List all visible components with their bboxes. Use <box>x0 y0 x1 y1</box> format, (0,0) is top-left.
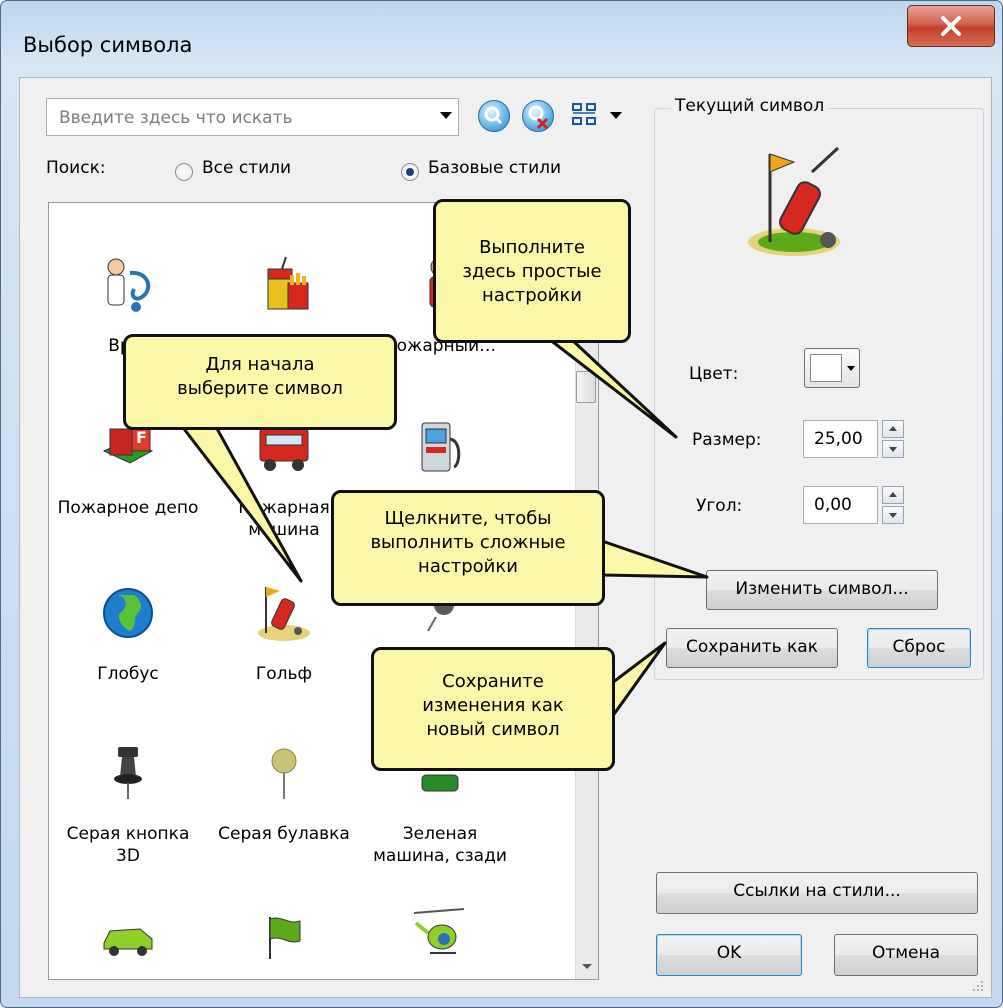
callout-line: Выполните <box>479 237 585 258</box>
angle-spinner[interactable] <box>882 486 904 524</box>
search-combobox[interactable] <box>46 98 459 137</box>
view-options-button[interactable] <box>572 100 630 130</box>
callout-line: новый символ <box>426 719 560 740</box>
golf-icon <box>258 587 310 641</box>
callout-save-as-new: Сохраните изменения как новый символ <box>371 647 615 771</box>
dialog-title: Выбор символа <box>23 33 193 57</box>
globe-icon <box>103 588 153 638</box>
base-styles-radio[interactable] <box>401 163 419 181</box>
angle-label: Угол: <box>696 496 743 516</box>
magnifier-icon <box>484 106 503 125</box>
symbol-item-label: Серая кнопка 3D <box>66 824 190 866</box>
doctor-icon <box>107 258 151 312</box>
color-swatch <box>810 354 842 382</box>
close-button[interactable] <box>907 5 995 47</box>
size-label: Размер: <box>692 430 762 450</box>
close-icon <box>941 16 961 36</box>
callout-advanced-settings: Щелкните, чтобы выполнить сложные настро… <box>331 490 605 606</box>
callout-line: Сохраните <box>442 671 544 692</box>
size-spinner[interactable] <box>882 420 904 458</box>
callout-line: изменения как <box>422 695 564 716</box>
callout-simple-settings: Выполните здесь простые настройки <box>433 199 631 343</box>
callout-select-symbol: Для начала выберите символ <box>123 334 397 430</box>
svg-text:F: F <box>136 428 147 447</box>
gray-pin-icon <box>271 748 297 799</box>
symbol-item-label: Глобус <box>97 664 159 684</box>
green-flag-icon <box>269 917 301 959</box>
grid-view-icon <box>572 103 622 125</box>
clear-search-icon <box>528 105 549 130</box>
scrollbar-thumb[interactable] <box>576 371 596 403</box>
dialog-window: Выбор символа Введите здесь что искать П… <box>0 0 1003 1008</box>
green-car-icon <box>103 928 153 956</box>
callout-line: Для начала <box>205 354 315 375</box>
fast-food-icon <box>267 256 309 310</box>
symbol-item-label: Серая булавка <box>218 824 350 844</box>
resize-grip-icon[interactable] <box>971 979 985 993</box>
callout-line: настройки <box>482 285 582 306</box>
color-dropdown-arrow-icon[interactable] <box>847 366 855 371</box>
color-label: Цвет: <box>689 364 739 384</box>
all-styles-label[interactable]: Все стили <box>202 158 291 178</box>
save-as-button[interactable]: Сохранить как <box>666 628 838 668</box>
edit-symbol-button[interactable]: Изменить символ... <box>706 570 938 610</box>
size-increment-icon[interactable] <box>882 420 904 438</box>
symbol-item-label: Гольф <box>255 664 313 684</box>
search-input[interactable] <box>47 99 431 137</box>
ok-button[interactable]: OK <box>656 934 802 976</box>
search-scope-label: Поиск: <box>46 158 106 178</box>
helicopter-icon <box>413 908 465 954</box>
gray-push-button-3d-icon <box>114 747 142 799</box>
callout-line: выполнить сложные <box>370 532 566 553</box>
base-styles-label[interactable]: Базовые стили <box>428 158 561 178</box>
search-dropdown-arrow-icon[interactable] <box>440 112 452 119</box>
find-button[interactable] <box>478 100 510 132</box>
cancel-button[interactable]: Отмена <box>834 934 978 976</box>
style-references-button[interactable]: Ссылки на стили... <box>656 872 978 914</box>
callout-line: Щелкните, чтобы <box>384 508 552 529</box>
current-symbol-title: Текущий символ <box>671 96 829 116</box>
angle-decrement-icon[interactable] <box>882 506 904 524</box>
callout-line: выберите символ <box>177 378 343 399</box>
angle-increment-icon[interactable] <box>882 486 904 504</box>
symbol-item-label: Зеленая машина, сзади <box>373 824 507 866</box>
angle-input[interactable]: 0,00 <box>803 486 878 524</box>
gas-station-icon <box>421 422 461 472</box>
callout-line: настройки <box>418 556 518 577</box>
scroll-down-arrow-icon[interactable] <box>582 964 592 969</box>
all-styles-radio[interactable] <box>175 163 193 181</box>
symbol-item-label: Пожарное депо <box>57 498 199 518</box>
reset-button[interactable]: Сброс <box>867 628 971 668</box>
clear-search-button[interactable] <box>522 100 554 132</box>
current-symbol-preview <box>742 142 852 262</box>
size-input[interactable]: 25,00 <box>803 420 878 458</box>
color-picker[interactable] <box>804 348 860 388</box>
size-decrement-icon[interactable] <box>882 440 904 458</box>
golf-icon <box>748 146 840 256</box>
callout-line: здесь простые <box>462 261 602 282</box>
